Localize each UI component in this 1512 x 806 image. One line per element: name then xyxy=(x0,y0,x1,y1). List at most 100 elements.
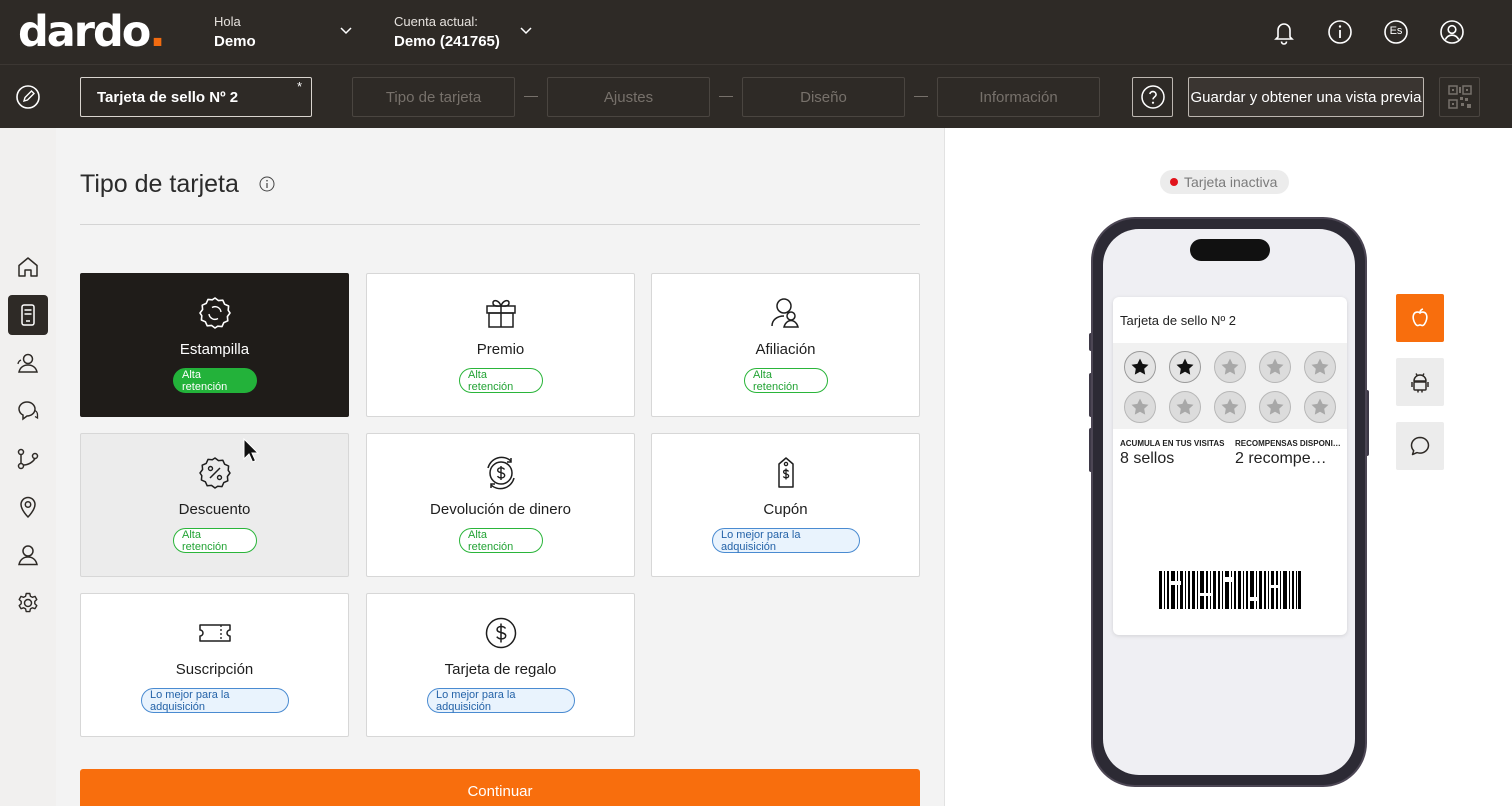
stamp-empty xyxy=(1214,391,1246,423)
card-label: Suscripción xyxy=(175,661,254,678)
stamp-empty xyxy=(1214,351,1246,383)
status-text: Tarjeta inactiva xyxy=(1184,174,1278,190)
coupon-icon xyxy=(778,457,794,488)
app: dardo. Hola Demo Cuenta actual: Demo (24… xyxy=(0,0,1512,806)
discount-icon xyxy=(199,457,231,489)
sidebar-item-settings[interactable] xyxy=(8,583,48,623)
step-bar: * Tipo de tarjeta Ajustes Diseño Informa… xyxy=(0,64,1512,128)
status-dot xyxy=(1170,178,1178,186)
sidebar-item-flows[interactable] xyxy=(8,439,48,479)
badge-high-retention: Alta retención xyxy=(744,368,828,393)
barcode xyxy=(1159,571,1301,609)
account-name: Demo (241765) xyxy=(394,33,500,50)
logo[interactable]: dardo. xyxy=(18,7,166,57)
star-icon xyxy=(1131,358,1149,375)
status-badge: Tarjeta inactiva xyxy=(1160,170,1290,194)
badge-best-acquisition: Lo mejor para la adquisición xyxy=(712,528,860,553)
bell-icon[interactable] xyxy=(1270,18,1298,46)
page-title: Tipo de tarjeta xyxy=(80,170,239,198)
apple-icon xyxy=(1412,308,1428,327)
android-icon xyxy=(1411,373,1429,393)
card-type-membership[interactable]: Afiliación Alta retención xyxy=(651,273,920,417)
profile-icon xyxy=(18,545,38,566)
main-panel: Tipo de tarjeta Estampilla Alta retenció… xyxy=(56,128,944,806)
top-bar: dardo. Hola Demo Cuenta actual: Demo (24… xyxy=(0,0,1512,64)
field-value-visits: 8 sellos xyxy=(1120,450,1175,467)
logo-text: dardo xyxy=(18,7,151,57)
card-label: Afiliación xyxy=(755,341,816,358)
language-icon[interactable]: Es xyxy=(1382,18,1410,46)
step-information[interactable]: Información xyxy=(937,77,1100,117)
location-icon xyxy=(20,496,36,519)
membership-icon xyxy=(771,298,799,328)
user-greeting[interactable]: Hola Demo xyxy=(214,14,354,54)
card-type-gift-card[interactable]: Tarjeta de regalo Lo mejor para la adqui… xyxy=(366,593,635,737)
qr-button[interactable] xyxy=(1439,77,1480,117)
card-label: Descuento xyxy=(178,501,251,518)
step-card-type[interactable]: Tipo de tarjeta xyxy=(352,77,515,117)
question-icon xyxy=(1140,85,1165,109)
mouse-cursor-icon xyxy=(243,438,259,463)
help-button[interactable] xyxy=(1132,77,1173,117)
card-type-coupon[interactable]: Cupón Lo mejor para la adquisición xyxy=(651,433,920,577)
field-value-rewards: 2 recompensas xyxy=(1235,450,1335,467)
user-name: Demo xyxy=(214,33,256,50)
card-name-input[interactable] xyxy=(80,77,312,117)
save-preview-button[interactable]: Guardar y obtener una vista previa xyxy=(1188,77,1424,117)
badge-best-acquisition: Lo mejor para la adquisición xyxy=(427,688,575,713)
greeting-label: Hola xyxy=(214,14,241,29)
platform-apple-button[interactable] xyxy=(1396,294,1444,342)
account-selector[interactable]: Cuenta actual: Demo (241765) xyxy=(394,14,544,54)
star-icon xyxy=(1131,398,1149,415)
card-label: Tarjeta de regalo xyxy=(444,661,557,678)
phone-screen: Tarjeta de sello Nº 2 ACUMULA EN TUS VIS… xyxy=(1103,229,1355,775)
sidebar-item-profile[interactable] xyxy=(8,535,48,575)
stamp-filled xyxy=(1124,351,1156,383)
stamp-empty xyxy=(1169,391,1201,423)
sidebar-item-chat[interactable] xyxy=(8,391,48,431)
star-icon xyxy=(1176,358,1194,375)
customers-icon xyxy=(17,353,38,373)
badge-high-retention: Alta retención xyxy=(459,528,543,553)
chevron-down-icon xyxy=(520,27,532,35)
badge-high-retention: Alta retención xyxy=(173,368,257,393)
stamp-filled xyxy=(1169,351,1201,383)
language-code: Es xyxy=(1389,25,1403,37)
info-icon[interactable] xyxy=(259,176,275,192)
sidebar-item-locations[interactable] xyxy=(8,487,48,527)
dollar-coin-icon xyxy=(485,617,517,649)
phone-dynamic-island xyxy=(1190,239,1270,261)
stamp-grid xyxy=(1113,343,1347,429)
card-type-reward[interactable]: Premio Alta retención xyxy=(366,273,635,417)
step-separator xyxy=(914,96,928,97)
settings-icon xyxy=(18,592,38,613)
sidebar-item-cards[interactable] xyxy=(8,295,48,335)
sidebar-item-customers[interactable] xyxy=(8,343,48,383)
continue-button[interactable]: Continuar xyxy=(80,769,920,806)
platform-android-button[interactable] xyxy=(1396,358,1444,406)
card-type-cashback[interactable]: Devolución de dinero Alta retención xyxy=(366,433,635,577)
star-icon xyxy=(1266,358,1284,375)
chevron-down-icon xyxy=(340,27,352,35)
card-type-stamp[interactable]: Estampilla Alta retención xyxy=(80,273,349,417)
phone-mockup: Tarjeta de sello Nº 2 ACUMULA EN TUS VIS… xyxy=(1091,217,1367,787)
home-icon xyxy=(18,257,38,277)
info-icon[interactable] xyxy=(1326,18,1354,46)
edit-icon[interactable] xyxy=(14,83,42,111)
gift-icon xyxy=(486,299,516,328)
platform-message-button[interactable] xyxy=(1396,422,1444,470)
card-label: Devolución de dinero xyxy=(430,501,571,518)
card-type-discount[interactable]: Descuento Alta retención xyxy=(80,433,349,577)
step-settings[interactable]: Ajustes xyxy=(547,77,710,117)
sidebar-item-home[interactable] xyxy=(8,247,48,287)
badge-high-retention: Alta retención xyxy=(173,528,257,553)
badge-best-acquisition: Lo mejor para la adquisición xyxy=(141,688,289,713)
logo-dot: . xyxy=(149,7,165,57)
card-label: Cupón xyxy=(763,501,808,518)
card-label: Estampilla xyxy=(179,341,250,358)
user-icon[interactable] xyxy=(1438,18,1466,46)
step-design[interactable]: Diseño xyxy=(742,77,905,117)
stamp-empty xyxy=(1259,351,1291,383)
card-type-subscription[interactable]: Suscripción Lo mejor para la adquisición xyxy=(80,593,349,737)
wallet-card-title: Tarjeta de sello Nº 2 xyxy=(1120,313,1237,328)
